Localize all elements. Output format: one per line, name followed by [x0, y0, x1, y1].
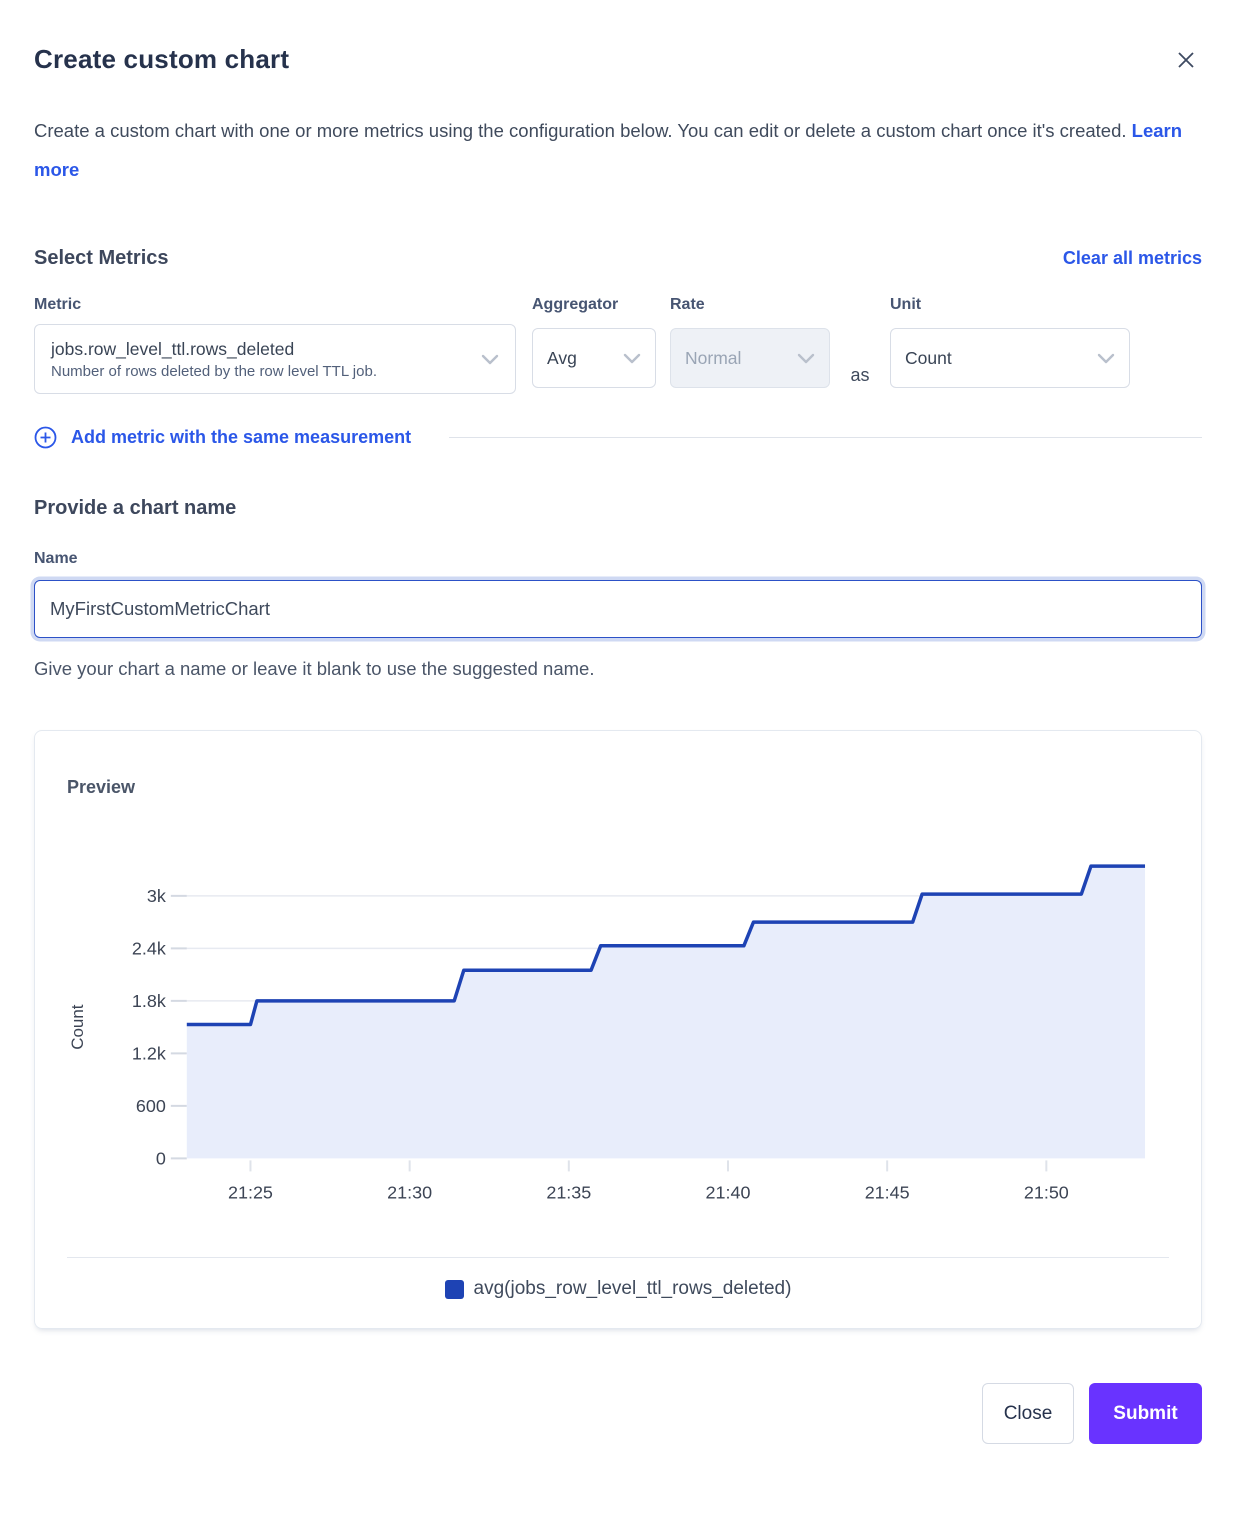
as-label: as: [830, 365, 890, 394]
submit-button[interactable]: Submit: [1089, 1383, 1202, 1444]
svg-text:1.2k: 1.2k: [132, 1043, 166, 1063]
plus-circle-icon: [34, 426, 57, 449]
add-metric-link[interactable]: Add metric with the same measurement: [71, 427, 411, 448]
preview-heading: Preview: [67, 777, 1169, 798]
metric-config-row: Metric jobs.row_level_ttl.rows_deleted N…: [34, 296, 1202, 394]
modal-close-button[interactable]: [1172, 46, 1200, 74]
modal-footer: Close Submit: [34, 1383, 1202, 1444]
intro-text-body: Create a custom chart with one or more m…: [34, 120, 1127, 141]
aggregator-label: Aggregator: [532, 296, 656, 314]
select-metrics-header: Select Metrics Clear all metrics: [34, 247, 1202, 270]
svg-text:21:40: 21:40: [706, 1182, 751, 1202]
preview-chart-svg: 0 600 1.2k 1.8k 2.4k 3k 21:25 21:30 21:35 21:40 21…: [67, 840, 1169, 1211]
chevron-down-icon: [797, 353, 815, 364]
add-metric-row: Add metric with the same measurement: [34, 426, 1202, 449]
rate-label: Rate: [670, 296, 830, 314]
create-custom-chart-modal: Create custom chart Create a custom char…: [0, 0, 1236, 1538]
page-title: Create custom chart: [34, 44, 1202, 75]
svg-text:600: 600: [136, 1096, 166, 1116]
chevron-down-icon: [623, 353, 641, 364]
aggregator-select-value: Avg: [547, 348, 577, 369]
metric-select-value: jobs.row_level_ttl.rows_deleted: [51, 339, 377, 360]
svg-text:21:50: 21:50: [1024, 1182, 1069, 1202]
chart-legend: avg(jobs_row_level_ttl_rows_deleted): [67, 1257, 1169, 1300]
svg-text:3k: 3k: [147, 886, 166, 906]
chart-name-heading: Provide a chart name: [34, 497, 1202, 520]
close-icon: [1176, 50, 1196, 70]
legend-label: avg(jobs_row_level_ttl_rows_deleted): [474, 1278, 792, 1300]
unit-select[interactable]: Count: [890, 328, 1130, 388]
chevron-down-icon: [1097, 353, 1115, 364]
rate-select-disabled: Normal: [670, 328, 830, 388]
chevron-down-icon: [481, 354, 499, 365]
preview-card: Preview 0 600 1.2k 1.8k 2.4k 3k 21:25 21:30 21:3…: [34, 730, 1202, 1329]
svg-text:21:45: 21:45: [865, 1182, 910, 1202]
svg-text:0: 0: [156, 1148, 166, 1168]
select-metrics-heading: Select Metrics: [34, 247, 169, 270]
chart-name-input[interactable]: [34, 580, 1202, 638]
metric-select[interactable]: jobs.row_level_ttl.rows_deleted Number o…: [34, 324, 516, 394]
svg-text:Count: Count: [68, 1004, 87, 1050]
svg-text:21:30: 21:30: [387, 1182, 432, 1202]
svg-text:21:35: 21:35: [546, 1182, 591, 1202]
unit-select-value: Count: [905, 348, 952, 369]
rate-select-value: Normal: [685, 348, 741, 369]
metric-label: Metric: [34, 296, 516, 314]
clear-all-metrics-link[interactable]: Clear all metrics: [1063, 248, 1202, 269]
intro-text: Create a custom chart with one or more m…: [34, 111, 1202, 189]
svg-text:1.8k: 1.8k: [132, 991, 166, 1011]
legend-swatch: [445, 1280, 464, 1299]
metric-select-description: Number of rows deleted by the row level …: [51, 363, 377, 380]
divider: [449, 437, 1202, 438]
svg-text:21:25: 21:25: [228, 1182, 273, 1202]
unit-label: Unit: [890, 296, 1130, 314]
close-button[interactable]: Close: [982, 1383, 1074, 1444]
name-helper-text: Give your chart a name or leave it blank…: [34, 658, 1202, 680]
svg-text:2.4k: 2.4k: [132, 938, 166, 958]
aggregator-select[interactable]: Avg: [532, 328, 656, 388]
name-label: Name: [34, 550, 1202, 568]
